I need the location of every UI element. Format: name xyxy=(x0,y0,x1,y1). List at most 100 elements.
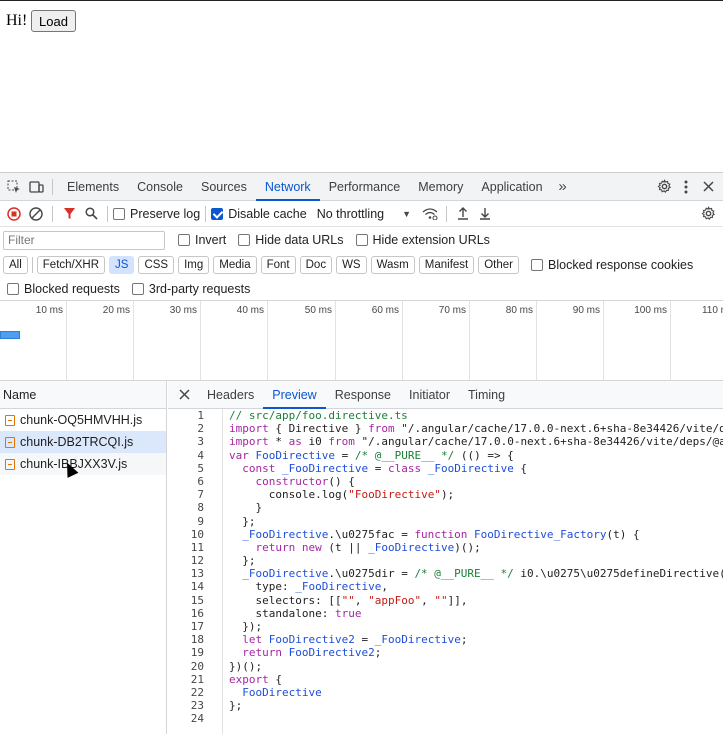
network-settings-gear-icon[interactable] xyxy=(697,203,719,225)
tab-memory[interactable]: Memory xyxy=(409,173,472,201)
checkbox-box[interactable] xyxy=(531,259,543,271)
type-js[interactable]: JS xyxy=(109,256,135,274)
tab-elements[interactable]: Elements xyxy=(58,173,128,201)
line-number: 18 xyxy=(190,633,204,647)
filter-input[interactable]: Filter xyxy=(3,230,165,250)
checkbox-box-checked[interactable] xyxy=(211,207,224,220)
timeline-tick: 10 ms xyxy=(36,301,67,380)
throttling-select[interactable]: No throttling ▼ xyxy=(317,207,411,221)
name-column-header[interactable]: Name xyxy=(0,381,166,409)
third-party-requests-checkbox[interactable]: 3rd-party requests xyxy=(131,282,250,296)
greeting-text: Hi! xyxy=(6,12,28,29)
type-fetch-xhr[interactable]: Fetch/XHR xyxy=(36,256,106,274)
checkbox-box[interactable] xyxy=(178,234,190,246)
code-line: const _FooDirective = class _FooDirectiv… xyxy=(242,461,528,475)
checkbox-box[interactable] xyxy=(355,234,368,246)
script-file-icon xyxy=(5,414,15,426)
timeline-tick: 60 ms xyxy=(372,301,403,380)
request-name: chunk-DB2TRCQI.js xyxy=(20,435,134,449)
request-row[interactable]: chunk-IBBJXX3V.js xyxy=(0,453,166,475)
type-other[interactable]: Other xyxy=(478,256,519,274)
request-row[interactable]: chunk-OQ5HMVHH.js xyxy=(0,409,166,431)
more-tabs-icon[interactable]: » xyxy=(552,176,574,198)
tab-sources[interactable]: Sources xyxy=(192,173,256,201)
line-number: 24 xyxy=(190,712,204,726)
stop-recording-icon[interactable] xyxy=(3,203,25,225)
invert-checkbox[interactable]: Invert xyxy=(178,233,226,247)
device-toolbar-icon[interactable] xyxy=(25,176,47,198)
type-ws[interactable]: WS xyxy=(336,256,367,274)
request-row-selected[interactable]: chunk-DB2TRCQI.js xyxy=(0,431,166,453)
code-line: import * as i0 from "/.angular/cache/17.… xyxy=(229,435,723,449)
type-manifest[interactable]: Manifest xyxy=(418,256,475,274)
customize-menu-icon[interactable] xyxy=(675,176,697,198)
code-line: }; xyxy=(229,554,256,568)
tick-label: 80 ms xyxy=(505,305,533,316)
checkbox-box[interactable] xyxy=(113,207,125,220)
tab-application[interactable]: Application xyxy=(472,173,551,201)
tab-initiator[interactable]: Initiator xyxy=(400,381,459,409)
tick-label: 30 ms xyxy=(169,305,197,316)
type-doc[interactable]: Doc xyxy=(299,256,333,274)
tab-headers[interactable]: Headers xyxy=(198,381,263,409)
export-har-icon[interactable] xyxy=(474,203,496,225)
divider xyxy=(107,205,108,222)
inspect-element-icon[interactable] xyxy=(3,176,25,198)
timeline-tick: 30 ms xyxy=(170,301,201,380)
type-css[interactable]: CSS xyxy=(138,256,175,274)
type-img[interactable]: Img xyxy=(178,256,210,274)
load-button[interactable]: Load xyxy=(31,10,76,32)
tick-label: 20 ms xyxy=(102,305,130,316)
settings-gear-icon[interactable] xyxy=(653,176,675,198)
type-wasm[interactable]: Wasm xyxy=(370,256,415,274)
code-line: console.log("FooDirective"); xyxy=(229,488,455,502)
preserve-log-checkbox[interactable]: Preserve log xyxy=(113,207,200,221)
code-line: export { xyxy=(229,672,282,686)
code-line: return new (t || _FooDirective)(); xyxy=(255,540,481,554)
checkbox-box[interactable] xyxy=(7,282,19,295)
hide-data-urls-checkbox[interactable]: Hide data URLs xyxy=(238,233,344,247)
tick-label: 60 ms xyxy=(371,305,399,316)
type-media[interactable]: Media xyxy=(213,256,257,274)
blocked-requests-label: Blocked requests xyxy=(24,281,120,296)
code-line: var FooDirective = /* @__PURE__ */ (() =… xyxy=(229,448,514,462)
code-preview[interactable]: 1 2 3 4 5 6 7 8 9 10 11 12 13 14 15 16 17 18 19 20 21 22 23 24 … xyxy=(168,409,723,734)
blocked-response-cookies-checkbox[interactable]: Blocked response cookies xyxy=(531,258,693,272)
code-line: _FooDirective.\u0275fac = function FooDi… xyxy=(242,527,640,541)
resource-type-bar: All Fetch/XHR JS CSS Img Media Font Doc … xyxy=(0,253,723,277)
line-number: 7 xyxy=(197,488,204,502)
close-detail-icon[interactable] xyxy=(173,384,195,406)
disable-cache-label: Disable cache xyxy=(228,206,307,221)
tab-console[interactable]: Console xyxy=(128,173,192,201)
checkbox-box[interactable] xyxy=(131,282,144,295)
tab-response[interactable]: Response xyxy=(326,381,400,409)
tick-label: 70 ms xyxy=(438,305,466,316)
tick-label: 100 ms xyxy=(634,305,667,316)
code-line: }; xyxy=(229,514,256,528)
request-list: Name chunk-OQ5HMVHH.js chunk-DB2TRCQI.js… xyxy=(0,381,167,734)
tab-network[interactable]: Network xyxy=(255,173,320,201)
checkbox-box[interactable] xyxy=(238,234,251,246)
line-number: 19 xyxy=(190,646,204,660)
type-all[interactable]: All xyxy=(3,256,28,274)
tab-timing[interactable]: Timing xyxy=(459,381,514,409)
hide-extension-urls-checkbox[interactable]: Hide extension URLs xyxy=(355,233,490,247)
disable-cache-checkbox[interactable]: Disable cache xyxy=(211,207,307,221)
hide-extension-urls-label: Hide extension URLs xyxy=(372,233,490,247)
tick-label: 40 ms xyxy=(236,305,264,316)
line-number: 20 xyxy=(190,659,204,673)
network-conditions-icon[interactable] xyxy=(419,203,441,225)
line-number: 11 xyxy=(190,540,204,554)
search-icon[interactable] xyxy=(80,203,102,225)
timeline-tick: 80 ms xyxy=(506,301,537,380)
clear-icon[interactable] xyxy=(25,203,47,225)
timeline-overview[interactable]: 10 ms 20 ms 30 ms 40 ms 50 ms 60 ms 70 m… xyxy=(0,301,723,381)
throttling-value: No throttling xyxy=(316,206,385,221)
tab-preview[interactable]: Preview xyxy=(263,381,326,409)
blocked-requests-checkbox[interactable]: Blocked requests xyxy=(7,282,120,296)
close-icon[interactable] xyxy=(697,176,719,198)
tab-performance[interactable]: Performance xyxy=(320,173,410,201)
import-har-icon[interactable] xyxy=(452,203,474,225)
filter-icon[interactable] xyxy=(58,203,80,225)
type-font[interactable]: Font xyxy=(260,256,296,274)
